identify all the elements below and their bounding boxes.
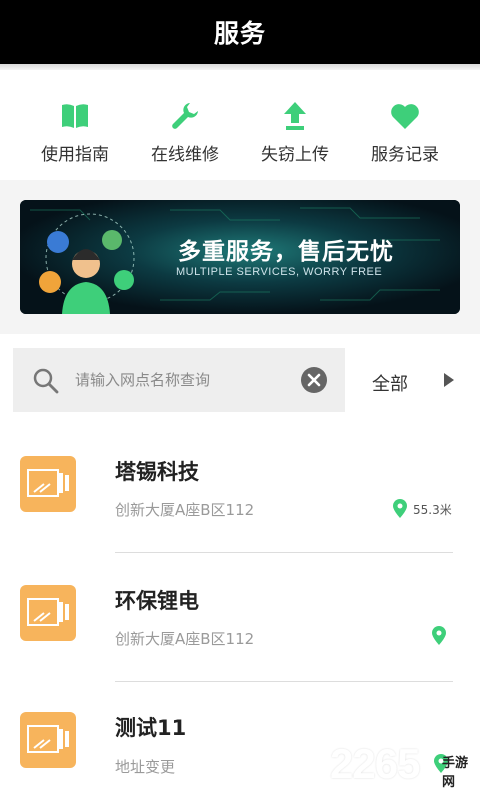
- quick-action-repair[interactable]: 在线维修: [130, 86, 240, 178]
- banner-title: 多重服务，售后无忧: [178, 239, 394, 265]
- search-input[interactable]: [75, 366, 295, 394]
- outlet-address: 创新大厦A座B区112: [115, 501, 255, 519]
- quick-action-label: 在线维修: [151, 145, 219, 165]
- location-pin-icon: [431, 626, 447, 650]
- quick-actions: 使用指南 在线维修 失窃上传 服务记录: [0, 86, 480, 178]
- quick-action-records[interactable]: 服务记录: [350, 86, 460, 178]
- quick-action-label: 服务记录: [371, 145, 439, 165]
- promo-banner[interactable]: 多重服务，售后无忧 MULTIPLE SERVICES, WORRY FREE: [20, 200, 460, 314]
- page-title: 服务: [213, 19, 266, 48]
- wrench-icon: [169, 100, 201, 132]
- upload-arrow-icon: [279, 100, 311, 132]
- list-divider: [115, 681, 453, 682]
- filter-dropdown-label[interactable]: 全部: [372, 370, 408, 396]
- heart-icon: [389, 100, 421, 132]
- search-bar: [13, 348, 345, 412]
- outlet-name: 测试11: [115, 716, 187, 740]
- outlet-name: 环保锂电: [115, 589, 199, 613]
- quick-action-guide[interactable]: 使用指南: [20, 86, 130, 178]
- outlet-address: 创新大厦A座B区112: [115, 630, 255, 648]
- watermark-logo: 2265 手游网: [330, 740, 480, 792]
- caret-right-icon[interactable]: [443, 372, 455, 392]
- outlet-thumbnail-icon: [20, 456, 76, 512]
- clear-search-icon[interactable]: [300, 366, 328, 398]
- search-icon: [33, 368, 59, 398]
- quick-action-theft-upload[interactable]: 失窃上传: [240, 86, 350, 178]
- outlet-list-item[interactable]: 环保锂电 创新大厦A座B区112: [0, 585, 480, 713]
- outlet-name: 塔锡科技: [115, 460, 199, 484]
- outlet-thumbnail-icon: [20, 712, 76, 768]
- banner-subtitle: MULTIPLE SERVICES, WORRY FREE: [176, 266, 383, 278]
- watermark-digits: 2265: [330, 740, 420, 787]
- watermark-text: 手游网: [442, 756, 469, 790]
- quick-action-label: 失窃上传: [261, 145, 329, 165]
- outlet-address: 地址变更: [115, 758, 176, 776]
- list-divider: [115, 552, 453, 553]
- outlet-distance: 55.3米: [413, 503, 452, 517]
- book-icon: [59, 100, 91, 132]
- top-app-bar: 服务: [0, 0, 480, 64]
- outlet-thumbnail-icon: [20, 585, 76, 641]
- outlet-list-item[interactable]: 塔锡科技 创新大厦A座B区112 55.3米: [0, 456, 480, 584]
- quick-action-label: 使用指南: [41, 145, 109, 165]
- location-pin-icon: [392, 499, 408, 523]
- header-shadow: [0, 64, 480, 70]
